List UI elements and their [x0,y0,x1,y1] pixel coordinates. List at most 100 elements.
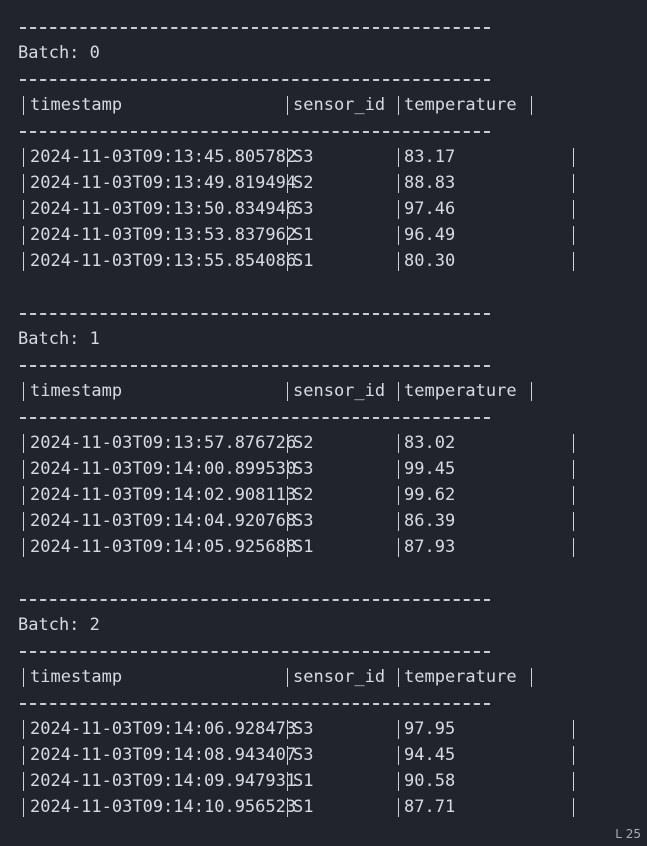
table-row: 2024-11-03T09:14:10.956523 S1 87.71 [18,794,647,820]
table-border [573,798,574,817]
table-border [287,252,288,271]
table-border [573,460,574,479]
cell-sensor-id: S1 [293,797,314,817]
status-corner-text: L 25 [615,827,641,841]
header-temperature: temperature [404,381,517,401]
table-border [23,460,24,479]
dashed-separator [18,586,647,612]
table-border [398,720,399,739]
table-border [287,434,288,453]
cell-temperature: 97.46 [404,199,456,219]
table-border [287,798,288,817]
cell-sensor-id: S3 [293,147,314,167]
table-border [398,746,399,765]
header-sensor-id: sensor_id [293,381,386,401]
table-row: 2024-11-03T09:13:57.876726 S2 83.02 [18,430,647,456]
cell-timestamp: 2024-11-03T09:14:09.947931 [30,771,297,791]
dashed-separator [18,14,647,40]
cell-temperature: 88.83 [404,173,456,193]
table-border [573,252,574,271]
cell-temperature: 83.02 [404,433,456,453]
table-row: 2024-11-03T09:13:55.854086 S1 80.30 [18,248,647,274]
table-border [398,252,399,271]
cell-temperature: 99.45 [404,459,456,479]
table-border [398,798,399,817]
dashed-separator [18,66,647,92]
table-border [573,434,574,453]
table-row: 2024-11-03T09:13:45.805782 S3 83.17 [18,144,647,170]
table-border [23,226,24,245]
cell-sensor-id: S3 [293,511,314,531]
table-border [287,772,288,791]
table-border [287,720,288,739]
table-row: 2024-11-03T09:13:53.837962 S1 96.49 [18,222,647,248]
cell-timestamp: 2024-11-03T09:13:45.805782 [30,147,297,167]
cell-timestamp: 2024-11-03T09:13:50.834946 [30,199,297,219]
header-temperature: temperature [404,667,517,687]
table-border [573,772,574,791]
dashed-separator [18,690,647,716]
batch-label: Batch: 1 [18,329,100,349]
cell-timestamp: 2024-11-03T09:14:06.928473 [30,719,297,739]
table-border [23,382,24,401]
table-border [287,148,288,167]
table-border [398,174,399,193]
table-border [573,226,574,245]
cell-temperature: 86.39 [404,511,456,531]
table-border [287,746,288,765]
table-row: 2024-11-03T09:14:08.943407 S3 94.45 [18,742,647,768]
table-border [23,746,24,765]
cell-temperature: 80.30 [404,251,456,271]
cell-sensor-id: S2 [293,485,314,505]
table-border [573,512,574,531]
cell-temperature: 87.93 [404,537,456,557]
table-border [287,226,288,245]
table-border [398,382,399,401]
header-timestamp: timestamp [30,381,123,401]
table-header: timestamp sensor_id temperature [18,92,647,118]
header-temperature: temperature [404,95,517,115]
header-sensor-id: sensor_id [293,95,386,115]
table-header: timestamp sensor_id temperature [18,664,647,690]
cell-timestamp: 2024-11-03T09:13:53.837962 [30,225,297,245]
table-border [23,772,24,791]
cell-temperature: 94.45 [404,745,456,765]
cell-temperature: 99.62 [404,485,456,505]
table-border [287,382,288,401]
batch-block: Batch: 1 timestamp sensor_id temperature 202… [18,300,647,586]
batch-label: Batch: 2 [18,615,100,635]
cell-sensor-id: S3 [293,719,314,739]
table-border [398,538,399,557]
batch-label: Batch: 0 [18,43,100,63]
dashed-separator [18,638,647,664]
table-border [531,96,532,115]
table-border [287,96,288,115]
table-border [398,512,399,531]
cell-temperature: 87.71 [404,797,456,817]
dashed-separator [18,300,647,326]
header-timestamp: timestamp [30,95,123,115]
table-border [287,174,288,193]
table-border [287,200,288,219]
cell-timestamp: 2024-11-03T09:14:02.908113 [30,485,297,505]
table-row: 2024-11-03T09:14:00.899530 S3 99.45 [18,456,647,482]
table-border [23,200,24,219]
table-border [531,668,532,687]
header-timestamp: timestamp [30,667,123,687]
cell-timestamp: 2024-11-03T09:14:04.920768 [30,511,297,531]
table-row: 2024-11-03T09:14:06.928473 S3 97.95 [18,716,647,742]
cell-sensor-id: S1 [293,771,314,791]
table-border [573,174,574,193]
table-border [287,668,288,687]
cell-timestamp: 2024-11-03T09:14:05.925688 [30,537,297,557]
cell-sensor-id: S2 [293,173,314,193]
cell-timestamp: 2024-11-03T09:14:08.943407 [30,745,297,765]
dashed-separator [18,352,647,378]
table-row: 2024-11-03T09:14:09.947931 S1 90.58 [18,768,647,794]
table-border [398,148,399,167]
batch-block: Batch: 0 timestamp sensor_id temperature 202… [18,14,647,300]
cell-sensor-id: S2 [293,433,314,453]
table-row: 2024-11-03T09:14:02.908113 S2 99.62 [18,482,647,508]
